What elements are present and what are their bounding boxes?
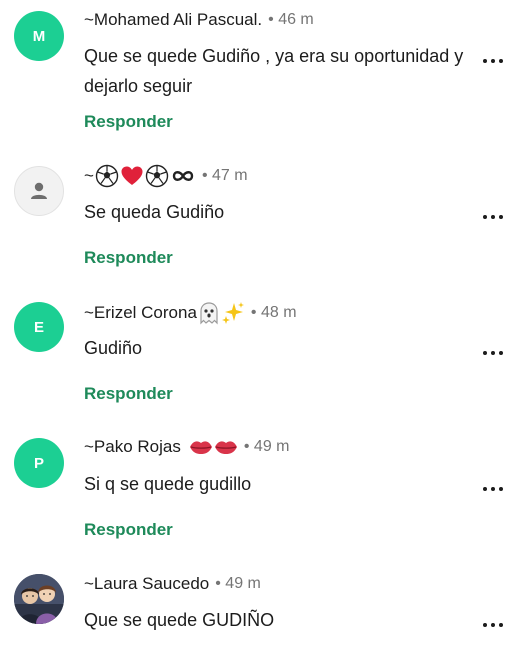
sparkles-icon [221,302,244,324]
comment-header: ~Laura Saucedo • 49 m [84,574,261,594]
ghost-icon [200,302,218,325]
profile-photo [14,574,64,624]
author-name[interactable]: ~Pako Rojas [84,437,181,457]
comment-text: Se queda Gudiño [84,202,225,222]
comment-time: • 49 m [243,438,290,455]
more-options-icon[interactable] [482,484,504,494]
comment-text: Si q se quede gudillo [84,474,252,494]
red-heart-icon [121,166,143,185]
soccer-ball-icon [145,164,169,188]
reply-button[interactable]: Responder [84,384,173,404]
reply-button[interactable]: Responder [84,520,173,540]
comment-header: ~Pako Rojas • 49 m [84,437,290,457]
lips-icon [189,441,212,454]
more-options-icon[interactable] [482,348,504,358]
avatar[interactable]: E [14,302,64,352]
lips-icon [214,441,237,454]
avatar-letter: M [32,27,46,45]
avatar[interactable] [14,166,64,216]
infinity-icon [172,171,194,181]
comment-text: Que se quede GUDIÑO [84,610,275,630]
author-name[interactable]: ~ [84,166,94,186]
author-name[interactable]: ~Laura Saucedo [84,574,209,594]
person-icon [31,182,47,199]
avatar[interactable]: M [14,11,64,61]
avatar[interactable] [14,574,64,624]
comment-text: Gudiño [84,338,143,358]
author-name[interactable]: ~Mohamed Ali Pascual. [84,10,262,30]
author-name[interactable]: ~Erizel Corona [84,303,197,323]
avatar-letter: P [33,454,44,472]
comment-time: • 48 m [250,304,297,321]
comment-time: • 46 m [268,11,314,28]
more-options-icon[interactable] [482,620,504,630]
avatar[interactable]: P [14,438,64,488]
more-options-icon[interactable] [482,212,504,222]
avatar-letter: E [33,318,44,336]
soccer-ball-icon [95,164,119,188]
comment-time: • 49 m [215,575,261,592]
reply-button[interactable]: Responder [84,112,173,132]
reply-button[interactable]: Responder [84,248,173,268]
comment-text: Que se quede Gudiño , ya era su oportuni… [84,46,464,96]
comment-time: • 47 m [201,167,248,184]
comment-header: ~Erizel Corona • 48 m [84,301,297,325]
comment-header: ~ • 47 m [84,164,248,188]
more-options-icon[interactable] [482,56,504,66]
comment-header: ~Mohamed Ali Pascual. • 46 m [84,10,314,30]
